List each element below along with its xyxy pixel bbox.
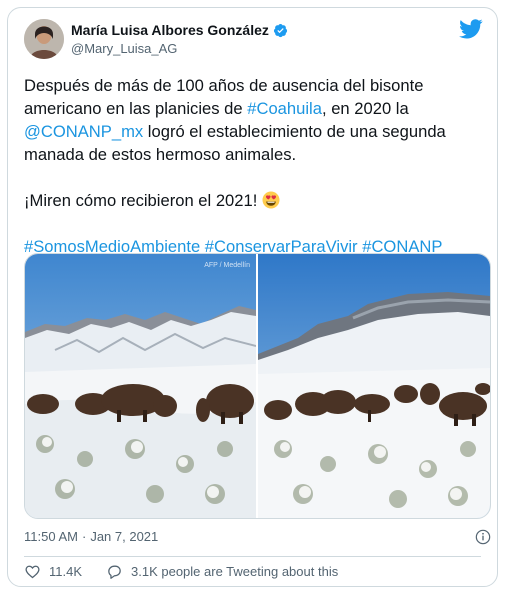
- hashtag-coahuila[interactable]: #Coahuila: [247, 99, 322, 118]
- tweet-date: Jan 7, 2021: [90, 529, 159, 544]
- snowy-bison-photo-1[interactable]: AFP / Medellín: [25, 254, 256, 518]
- mention-conanp[interactable]: @CONANP_mx: [24, 122, 143, 141]
- heart-icon: [25, 565, 40, 579]
- tweet-timestamp[interactable]: 11:50 AM · Jan 7, 2021: [24, 529, 158, 544]
- divider: [24, 556, 481, 557]
- author-name[interactable]: María Luisa Albores González: [71, 22, 269, 38]
- like-count: 11.4K: [49, 564, 83, 579]
- speech-bubble-icon: [108, 565, 121, 579]
- twitter-bird-icon[interactable]: [459, 19, 483, 39]
- tweet-paragraph-1: Después de más de 100 años de ausencia d…: [24, 74, 486, 166]
- tweet-card[interactable]: María Luisa Albores González @Mary_Luisa…: [7, 7, 498, 587]
- media-grid: AFP / Medellín: [24, 253, 491, 519]
- tweet-paragraph-2: ¡Miren cómo recibieron el 2021!: [24, 189, 486, 212]
- tweeting-about-link[interactable]: 3.1K people are Tweeting about this: [106, 563, 338, 580]
- author-handle[interactable]: @Mary_Luisa_AG: [71, 41, 177, 56]
- author-avatar[interactable]: [24, 19, 64, 59]
- timestamp-separator: ·: [81, 529, 87, 544]
- photo-watermark: AFP / Medellín: [204, 262, 250, 269]
- info-icon[interactable]: [475, 529, 491, 545]
- tweet-text-segment: , en 2020 la: [321, 99, 409, 118]
- tweet-actions: 11.4K 3.1K people are Tweeting about thi…: [24, 563, 362, 580]
- tweet-text-segment: ¡Miren cómo recibieron el 2021!: [24, 191, 262, 210]
- tweeting-about-text: 3.1K people are Tweeting about this: [131, 564, 339, 579]
- avatar-image: [24, 19, 64, 59]
- like-button[interactable]: 11.4K: [24, 563, 82, 580]
- heart-eyes-emoji: [262, 191, 280, 209]
- verified-badge-icon: [273, 23, 287, 37]
- snowy-bison-photo-2[interactable]: [258, 254, 490, 518]
- tweet-text: Después de más de 100 años de ausencia d…: [24, 74, 486, 258]
- tweet-time: 11:50 AM: [24, 529, 78, 544]
- photo-2-image: [258, 254, 490, 518]
- photo-1-image: [25, 254, 256, 518]
